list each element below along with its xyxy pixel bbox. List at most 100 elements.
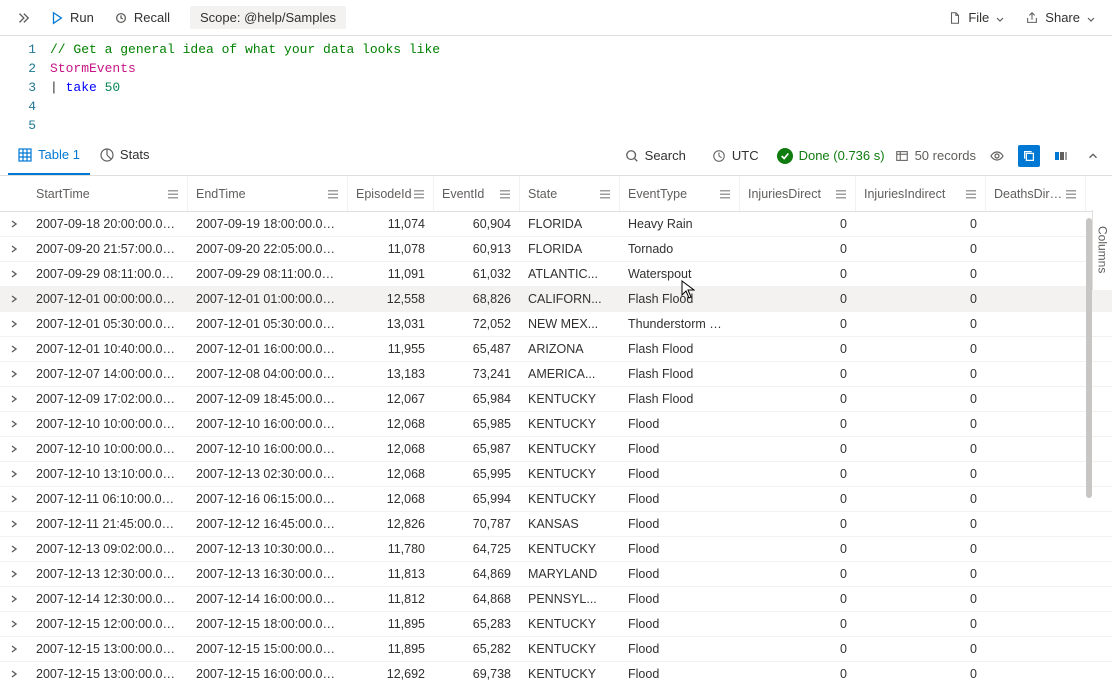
code-line[interactable] [50,116,1112,135]
cell[interactable]: 2007-12-10 10:00:00.0000 [28,442,188,456]
cell[interactable]: 11,812 [348,592,434,606]
cell[interactable]: 2007-12-09 18:45:00.0000 [188,392,348,406]
cell[interactable]: 12,068 [348,442,434,456]
expand-row-button[interactable] [0,319,28,329]
cell[interactable]: 11,955 [348,342,434,356]
cell[interactable]: KENTUCKY [520,617,620,631]
cell[interactable]: Flood [620,517,740,531]
cell[interactable]: 12,692 [348,667,434,681]
cell[interactable]: 2007-09-20 22:05:00.0000 [188,242,348,256]
table-row[interactable]: 2007-12-10 10:00:00.00002007-12-10 16:00… [0,412,1112,437]
cell[interactable]: Flood [620,617,740,631]
cell[interactable]: 0 [740,592,856,606]
cell[interactable]: 0 [856,267,986,281]
cell[interactable]: 0 [856,217,986,231]
cell[interactable]: ARIZONA [520,342,620,356]
cell[interactable]: 11,091 [348,267,434,281]
cell[interactable]: 0 [740,342,856,356]
table-row[interactable]: 2007-12-10 13:10:00.00002007-12-13 02:30… [0,462,1112,487]
cell[interactable]: Tornado [620,242,740,256]
cell[interactable]: 0 [740,642,856,656]
cell[interactable]: 64,725 [434,542,520,556]
cell[interactable]: 2007-12-15 12:00:00.0000 [28,617,188,631]
timezone-button[interactable]: UTC [704,144,767,167]
cell[interactable]: 2007-12-08 04:00:00.0000 [188,367,348,381]
cell[interactable]: 2007-12-15 13:00:00.0000 [28,642,188,656]
cell[interactable]: 2007-12-15 18:00:00.0000 [188,617,348,631]
cell[interactable]: 2007-09-18 20:00:00.0000 [28,217,188,231]
cell[interactable]: 0 [740,492,856,506]
cell[interactable]: 2007-09-19 18:00:00.0000 [188,217,348,231]
cell[interactable]: 65,995 [434,467,520,481]
cell[interactable]: Flood [620,592,740,606]
cell[interactable]: 2007-12-15 15:00:00.0000 [188,642,348,656]
cell[interactable]: 13,183 [348,367,434,381]
cell[interactable]: 0 [856,642,986,656]
column-menu-icon[interactable] [599,188,611,200]
cell[interactable]: 0 [856,367,986,381]
file-menu[interactable]: File [940,6,1013,29]
cell[interactable]: 0 [740,442,856,456]
cell[interactable]: Flood [620,542,740,556]
cell[interactable]: KENTUCKY [520,417,620,431]
cell[interactable]: KENTUCKY [520,492,620,506]
cell[interactable]: 2007-12-10 10:00:00.0000 [28,417,188,431]
cell[interactable]: KENTUCKY [520,442,620,456]
columns-panel-tab[interactable]: Columns [1092,210,1112,290]
code-line[interactable] [50,97,1112,116]
cell[interactable]: 0 [856,617,986,631]
expand-row-button[interactable] [0,644,28,654]
table-row[interactable]: 2007-12-11 21:45:00.00002007-12-12 16:45… [0,512,1112,537]
cell[interactable]: 12,067 [348,392,434,406]
cell[interactable]: 0 [856,567,986,581]
cell[interactable]: 11,074 [348,217,434,231]
cell[interactable]: 0 [856,417,986,431]
cell[interactable]: KENTUCKY [520,467,620,481]
cell[interactable]: Flood [620,442,740,456]
cell[interactable]: 12,558 [348,292,434,306]
cell[interactable]: 0 [740,617,856,631]
cell[interactable]: 2007-09-29 08:11:00.0000 [188,267,348,281]
cell[interactable]: 61,032 [434,267,520,281]
cell[interactable]: 64,868 [434,592,520,606]
cell[interactable]: 68,826 [434,292,520,306]
expand-row-button[interactable] [0,444,28,454]
query-editor[interactable]: 12345 // Get a general idea of what your… [0,36,1112,136]
table-row[interactable]: 2007-12-15 12:00:00.00002007-12-15 18:00… [0,612,1112,637]
cell[interactable]: 2007-09-29 08:11:00.0000 [28,267,188,281]
code-area[interactable]: // Get a general idea of what your data … [50,40,1112,132]
expand-panel-button[interactable] [8,7,38,29]
cell[interactable]: FLORIDA [520,242,620,256]
cell[interactable]: Flood [620,492,740,506]
run-button[interactable]: Run [42,6,102,29]
cell[interactable]: 0 [856,292,986,306]
column-menu-icon[interactable] [327,188,339,200]
cell[interactable]: 2007-12-13 02:30:00.0000 [188,467,348,481]
cell[interactable]: 69,738 [434,667,520,681]
cell[interactable]: 0 [856,317,986,331]
cell[interactable]: 2007-12-01 05:30:00.0000 [28,317,188,331]
expand-row-button[interactable] [0,594,28,604]
cell[interactable]: Flash Flood [620,342,740,356]
cell[interactable]: 2007-12-10 16:00:00.0000 [188,442,348,456]
cell[interactable]: Flash Flood [620,392,740,406]
code-line[interactable]: // Get a general idea of what your data … [50,40,1112,59]
cell[interactable]: 2007-12-10 16:00:00.0000 [188,417,348,431]
table-row[interactable]: 2007-09-29 08:11:00.00002007-09-29 08:11… [0,262,1112,287]
cell[interactable]: 65,985 [434,417,520,431]
cell[interactable]: 2007-12-15 13:00:00.0000 [28,667,188,681]
expand-row-button[interactable] [0,669,28,679]
cell[interactable]: 0 [856,492,986,506]
cell[interactable]: 2007-12-01 10:40:00.0000 [28,342,188,356]
cell[interactable]: 2007-12-14 16:00:00.0000 [188,592,348,606]
cell[interactable]: 2007-12-12 16:45:00.0000 [188,517,348,531]
cell[interactable]: 2007-12-13 09:02:00.0000 [28,542,188,556]
column-menu-icon[interactable] [965,188,977,200]
expand-row-button[interactable] [0,569,28,579]
expand-row-button[interactable] [0,494,28,504]
cell[interactable]: 0 [856,667,986,681]
cell[interactable]: CALIFORN... [520,292,620,306]
column-menu-icon[interactable] [1065,188,1077,200]
cell[interactable]: 13,031 [348,317,434,331]
expand-row-button[interactable] [0,344,28,354]
